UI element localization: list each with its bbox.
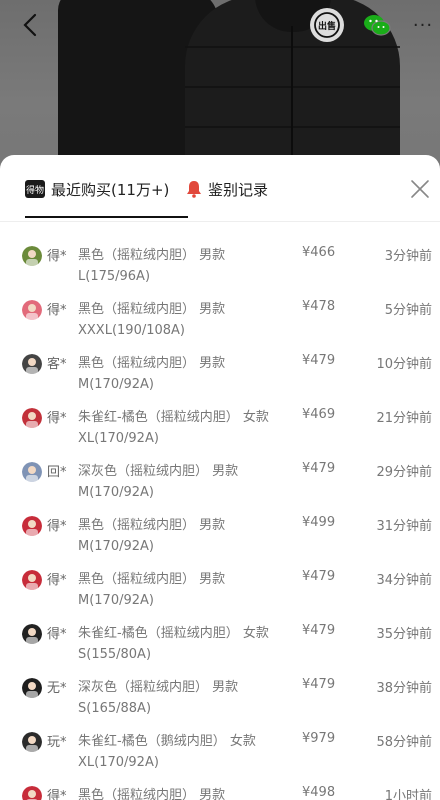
- buyer-name: 得*: [47, 789, 67, 800]
- user-avatar: [22, 462, 42, 482]
- user-avatar: [22, 678, 42, 698]
- back-arrow-icon: [23, 13, 37, 37]
- sheet-tabs: 得物 最近购买(11万+) 鉴别记录: [0, 155, 440, 222]
- purchase-variant: 黑色（摇粒绒内胆） 男款 M(170/92A): [78, 356, 226, 392]
- buyer-name: 得*: [47, 303, 67, 318]
- user-avatar: [22, 732, 42, 752]
- tab-authentication-records[interactable]: 鉴别记录: [186, 177, 268, 201]
- user-avatar: [22, 246, 42, 266]
- purchase-variant: 深灰色（摇粒绒内胆） 男款 S(165/88A): [78, 680, 239, 716]
- purchase-price: ¥479: [302, 677, 336, 692]
- sell-button[interactable]: 出售: [310, 8, 344, 42]
- purchase-time: 34分钟前: [376, 573, 432, 588]
- recent-purchases-sheet: 得物 最近购买(11万+) 鉴别记录 得* 黑色（摇粒绒内胆） 男款 L(175/…: [0, 155, 440, 800]
- wechat-icon: [364, 15, 391, 36]
- purchase-price: ¥466: [302, 245, 336, 260]
- purchase-variant: 黑色（摇粒绒内胆） 男款 M(170/92A): [78, 572, 226, 608]
- purchase-variant: 朱雀红-橘色（摇粒绒内胆） 女款 XL(170/92A): [78, 410, 269, 446]
- purchase-variant: 黑色（摇粒绒内胆） 男款 XXXL(190/108A): [78, 302, 226, 338]
- active-tab-indicator: [25, 216, 188, 218]
- purchase-time: 31分钟前: [376, 519, 432, 534]
- buyer-name: 得*: [47, 519, 67, 534]
- top-bar: 出售 ···: [0, 0, 440, 50]
- purchase-time: 29分钟前: [376, 465, 432, 480]
- purchase-price: ¥478: [302, 299, 336, 314]
- purchase-variant: 朱雀红-橘色（摇粒绒内胆） 女款 S(155/80A): [78, 626, 269, 662]
- purchase-variant: 黑色（摇粒绒内胆） 男款 M(170/92A): [78, 518, 226, 554]
- purchase-row: 玩* 朱雀红-橘色（鹅绒内胆） 女款 XL(170/92A) ¥979 58分钟前: [0, 728, 440, 782]
- buyer-name: 无*: [47, 681, 67, 696]
- purchase-list: 得* 黑色（摇粒绒内胆） 男款 L(175/96A) ¥466 3分钟前 得* 黑色（摇粒…: [0, 242, 440, 800]
- purchase-row: 得* 黑色（摇粒绒内胆） 男款 L(175/96A) ¥466 3分钟前: [0, 242, 440, 296]
- buyer-name: 得*: [47, 411, 67, 426]
- more-icon: ···: [412, 14, 434, 36]
- purchase-price: ¥479: [302, 623, 336, 638]
- purchase-time: 5分钟前: [384, 303, 432, 318]
- purchase-price: ¥469: [302, 407, 336, 422]
- purchase-time: 10分钟前: [376, 357, 432, 372]
- tab-auth-label: 鉴别记录: [208, 180, 269, 199]
- close-button[interactable]: [408, 177, 432, 201]
- user-avatar: [22, 624, 42, 644]
- user-avatar: [22, 570, 42, 590]
- purchase-row: 得* 黑色（摇粒绒内胆） 男款 M(170/92A) ¥479 34分钟前: [0, 566, 440, 620]
- purchase-price: ¥479: [302, 353, 336, 368]
- tab-recent-purchases[interactable]: 得物 最近购买(11万+): [25, 177, 169, 201]
- purchase-time: 35分钟前: [376, 627, 432, 642]
- buyer-name: 回*: [47, 465, 67, 480]
- bell-icon: [187, 181, 201, 198]
- more-button[interactable]: ···: [408, 8, 438, 42]
- purchase-price: ¥479: [302, 569, 336, 584]
- buyer-name: 得*: [47, 249, 67, 264]
- user-avatar: [22, 408, 42, 428]
- product-image: 出售 ···: [0, 0, 440, 170]
- purchase-row: 得* 黑色（摇粒绒内胆） 男款 M(170/92A) ¥499 31分钟前: [0, 512, 440, 566]
- purchase-variant: 黑色（摇粒绒内胆） 男款: [78, 788, 226, 800]
- poizon-logo-icon: 得物: [25, 180, 45, 198]
- purchase-variant: 朱雀红-橘色（鹅绒内胆） 女款 XL(170/92A): [78, 734, 256, 770]
- user-avatar: [22, 786, 42, 800]
- purchase-row: 得* 朱雀红-橘色（摇粒绒内胆） 女款 XL(170/92A) ¥469 21分钟前: [0, 404, 440, 458]
- purchase-row: 回* 深灰色（摇粒绒内胆） 男款 M(170/92A) ¥479 29分钟前: [0, 458, 440, 512]
- purchase-row: 得* 黑色（摇粒绒内胆） 男款 XXXL(190/108A) ¥478 5分钟前: [0, 296, 440, 350]
- user-avatar: [22, 300, 42, 320]
- buyer-name: 得*: [47, 573, 67, 588]
- purchase-row: 得* 黑色（摇粒绒内胆） 男款 ¥498 1小时前: [0, 782, 440, 800]
- purchase-time: 38分钟前: [376, 681, 432, 696]
- sell-label: 出售: [317, 21, 336, 32]
- purchase-variant: 黑色（摇粒绒内胆） 男款 L(175/96A): [78, 248, 226, 284]
- back-button[interactable]: [18, 12, 42, 38]
- purchase-price: ¥499: [302, 515, 336, 530]
- buyer-name: 玩*: [47, 735, 67, 750]
- buyer-name: 客*: [47, 357, 67, 372]
- buyer-name: 得*: [47, 627, 67, 642]
- purchase-time: 21分钟前: [376, 411, 432, 426]
- purchase-price: ¥479: [302, 461, 336, 476]
- user-avatar: [22, 354, 42, 374]
- purchase-row: 客* 黑色（摇粒绒内胆） 男款 M(170/92A) ¥479 10分钟前: [0, 350, 440, 404]
- purchase-price: ¥979: [302, 731, 336, 746]
- wechat-share-button[interactable]: [360, 8, 394, 42]
- purchase-row: 得* 朱雀红-橘色（摇粒绒内胆） 女款 S(155/80A) ¥479 35分钟前: [0, 620, 440, 674]
- purchase-price: ¥498: [302, 785, 336, 800]
- purchase-time: 58分钟前: [376, 735, 432, 750]
- purchase-time: 1小时前: [384, 789, 432, 800]
- purchase-time: 3分钟前: [384, 249, 432, 264]
- purchase-variant: 深灰色（摇粒绒内胆） 男款 M(170/92A): [78, 464, 239, 500]
- user-avatar: [22, 516, 42, 536]
- close-icon: [411, 180, 429, 198]
- purchase-row: 无* 深灰色（摇粒绒内胆） 男款 S(165/88A) ¥479 38分钟前: [0, 674, 440, 728]
- tab-recent-label: 最近购买(11万+): [51, 180, 170, 199]
